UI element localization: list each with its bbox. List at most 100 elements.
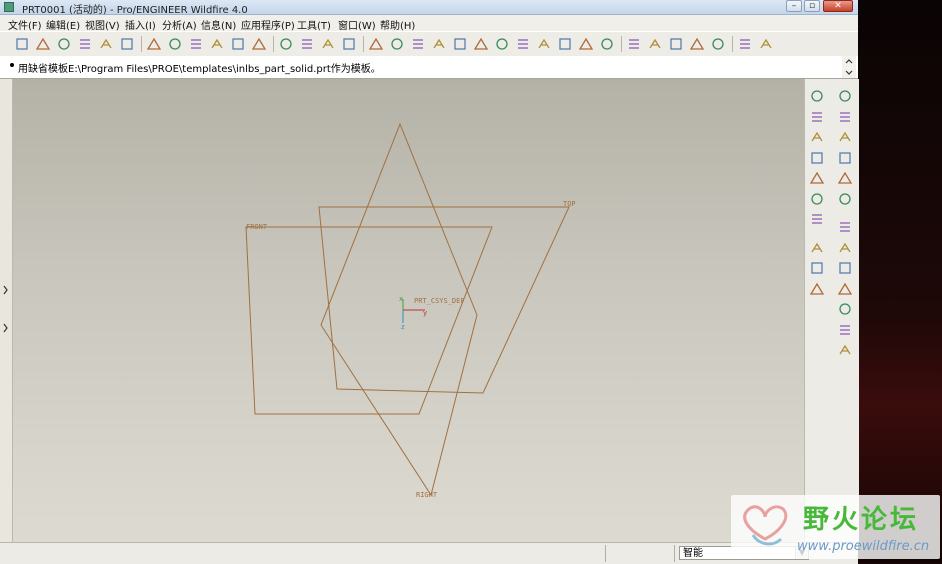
variable-section-sweep-icon[interactable] xyxy=(837,88,853,104)
orient-icon[interactable] xyxy=(389,36,405,52)
hidden-line-icon[interactable] xyxy=(578,36,594,52)
toolbar-separator xyxy=(732,36,733,52)
send-icon[interactable] xyxy=(98,36,114,52)
new-icon[interactable] xyxy=(14,36,30,52)
copy-icon[interactable] xyxy=(209,36,225,52)
zoom-in-icon[interactable] xyxy=(410,36,426,52)
selection-filter-value: 智能 xyxy=(683,548,703,559)
annotation-icon[interactable] xyxy=(737,36,753,52)
print-icon[interactable] xyxy=(77,36,93,52)
shell-icon[interactable] xyxy=(837,260,853,276)
save-icon[interactable] xyxy=(56,36,72,52)
menu-help[interactable]: 帮助(H) xyxy=(380,17,415,32)
feature-toolbar xyxy=(804,79,859,542)
merge-icon[interactable] xyxy=(837,170,853,186)
title-bar[interactable]: PRT0001 (活动的) - Pro/ENGINEER Wildfire 4.… xyxy=(0,0,858,16)
desktop-background xyxy=(858,0,942,563)
menu-info[interactable]: 信息(N) xyxy=(201,17,236,32)
app-icon xyxy=(4,2,14,12)
zoom-out-icon[interactable] xyxy=(431,36,447,52)
rib-icon[interactable] xyxy=(837,281,853,297)
sketch-tool-icon[interactable] xyxy=(809,240,825,256)
message-scrollbar[interactable] xyxy=(842,56,856,78)
toolbar-separator xyxy=(273,36,274,52)
wireframe-icon[interactable] xyxy=(557,36,573,52)
boundary-blend-icon[interactable] xyxy=(837,109,853,125)
close-window-icon[interactable] xyxy=(119,36,135,52)
pattern-icon[interactable] xyxy=(837,219,853,235)
status-bar: 智能 ▼ xyxy=(0,542,858,564)
watermark-logo xyxy=(743,505,788,546)
spin-center-icon[interactable] xyxy=(368,36,384,52)
point-icon[interactable] xyxy=(809,170,825,186)
csys-icon[interactable] xyxy=(809,191,825,207)
shading-icon[interactable] xyxy=(626,36,642,52)
repaint-icon[interactable] xyxy=(341,36,357,52)
datum-label-right: RIGHT xyxy=(416,491,438,499)
view-manager-icon[interactable] xyxy=(536,36,552,52)
revolve-icon[interactable] xyxy=(809,281,825,297)
open-icon[interactable] xyxy=(35,36,51,52)
svg-text:z: z xyxy=(401,323,405,331)
menu-applications[interactable]: 应用程序(P) xyxy=(241,17,295,32)
navigator-sash[interactable] xyxy=(0,79,13,542)
find-icon[interactable] xyxy=(299,36,315,52)
close-button[interactable]: ✕ xyxy=(823,0,853,12)
redo-icon[interactable] xyxy=(167,36,183,52)
saved-views-icon[interactable] xyxy=(494,36,510,52)
minimize-button[interactable]: – xyxy=(786,0,802,12)
chamfer-icon[interactable] xyxy=(837,342,853,358)
watermark-url: www.proewildfire.cn xyxy=(797,539,930,554)
graphics-window[interactable]: FRONT TOP RIGHT x z y PRT_CSYS_DEF xyxy=(13,79,804,542)
round-icon[interactable] xyxy=(837,322,853,338)
cut-icon[interactable] xyxy=(188,36,204,52)
svg-text:y: y xyxy=(423,309,427,317)
draft-icon[interactable] xyxy=(837,301,853,317)
plane-icon[interactable] xyxy=(809,109,825,125)
paste-special-icon[interactable] xyxy=(251,36,267,52)
datum-plane-right xyxy=(320,122,478,497)
menu-edit[interactable]: 编辑(E) xyxy=(46,17,80,32)
sketch-datum-icon[interactable] xyxy=(809,88,825,104)
forum-watermark: 野火论坛 www.proewildfire.cn xyxy=(731,495,940,559)
analysis-feature-icon[interactable] xyxy=(809,211,825,227)
select-box-icon[interactable] xyxy=(320,36,336,52)
layers-icon[interactable] xyxy=(515,36,531,52)
svg-text:x: x xyxy=(399,295,403,303)
menu-view[interactable]: 视图(V) xyxy=(85,17,120,32)
axis-icon[interactable] xyxy=(809,129,825,145)
no-hidden-icon[interactable] xyxy=(599,36,615,52)
expand-arrow-icon xyxy=(3,285,8,295)
menu-analysis[interactable]: 分析(A) xyxy=(162,17,197,32)
message-area: 用缺省模板E:\Program Files\PROE\templates\inl… xyxy=(0,56,858,79)
datum-planes-icon[interactable] xyxy=(647,36,663,52)
trim-icon[interactable] xyxy=(837,191,853,207)
message-text: 用缺省模板E:\Program Files\PROE\templates\inl… xyxy=(18,64,381,75)
menu-window[interactable]: 窗口(W) xyxy=(338,17,376,32)
datum-label-front: FRONT xyxy=(246,223,268,231)
curve-icon[interactable] xyxy=(809,150,825,166)
refit-icon[interactable] xyxy=(452,36,468,52)
mirror-icon[interactable] xyxy=(837,150,853,166)
menu-bar: 文件(F) 编辑(E) 视图(V) 插入(I) 分析(A) 信息(N) 应用程序… xyxy=(0,15,858,32)
undo-icon[interactable] xyxy=(146,36,162,52)
coord-sys-icon[interactable] xyxy=(710,36,726,52)
toolbar-separator xyxy=(141,36,142,52)
menu-tools[interactable]: 工具(T) xyxy=(297,17,331,32)
menu-file[interactable]: 文件(F) xyxy=(8,17,42,32)
datum-axes-icon[interactable] xyxy=(668,36,684,52)
paste-icon[interactable] xyxy=(230,36,246,52)
style-icon[interactable] xyxy=(837,129,853,145)
datum-plane-front xyxy=(245,226,493,415)
regenerate-icon[interactable] xyxy=(278,36,294,52)
hole-icon[interactable] xyxy=(837,240,853,256)
reorient-icon[interactable] xyxy=(473,36,489,52)
maximize-button[interactable]: ▫ xyxy=(804,0,820,12)
datum-points-icon[interactable] xyxy=(689,36,705,52)
context-help-icon[interactable] xyxy=(758,36,774,52)
toolbar-separator xyxy=(363,36,364,52)
extrude-icon[interactable] xyxy=(809,260,825,276)
datum-label-csys: PRT_CSYS_DEF xyxy=(414,297,465,305)
window-title: PRT0001 (活动的) - Pro/ENGINEER Wildfire 4.… xyxy=(22,5,248,16)
menu-insert[interactable]: 插入(I) xyxy=(125,17,156,32)
